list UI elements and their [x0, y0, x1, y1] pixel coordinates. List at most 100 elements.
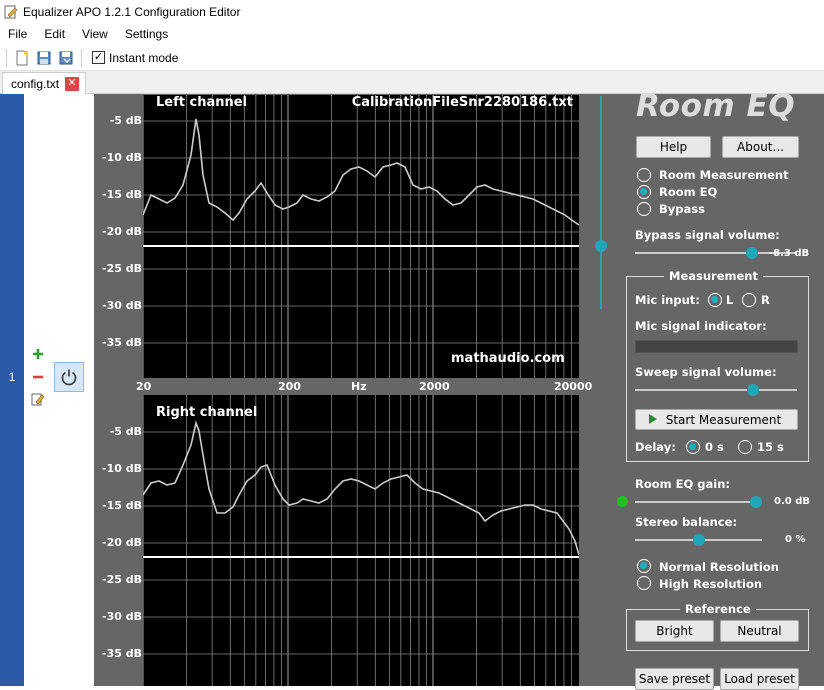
- mode-room-measurement-label: Room Measurement: [659, 168, 789, 182]
- mic-input-label: Mic input:: [635, 293, 700, 307]
- normal-resolution-radio[interactable]: [637, 559, 651, 573]
- mic-signal-indicator: [635, 340, 798, 353]
- delay-0s-radio[interactable]: [686, 440, 700, 454]
- toolbar-separator: [81, 48, 82, 67]
- stereo-balance-value: 0 %: [785, 534, 806, 545]
- delay-label: Delay:: [635, 440, 676, 454]
- y-tick: -15 dB: [102, 188, 142, 201]
- delay-0s-label: 0 s: [705, 440, 724, 454]
- tab-config[interactable]: config.txt ✕: [2, 72, 87, 94]
- mode-bypass-label: Bypass: [659, 202, 705, 216]
- neutral-button[interactable]: Neutral: [720, 620, 799, 642]
- remove-filter-button[interactable]: [30, 369, 46, 385]
- y-tick: -20 dB: [102, 225, 142, 238]
- save-as-button[interactable]: [55, 47, 77, 69]
- stereo-balance-knob[interactable]: [692, 534, 705, 546]
- app-icon: [4, 5, 18, 18]
- bypass-volume-label: Bypass signal volume:: [635, 228, 780, 242]
- x-tick: 200: [278, 380, 301, 393]
- y-tick: -25 dB: [102, 262, 142, 275]
- tab-label: config.txt: [11, 76, 60, 91]
- normal-resolution-label: Normal Resolution: [659, 560, 779, 574]
- room-eq-gain-label: Room EQ gain:: [635, 477, 730, 491]
- filter-controls: [24, 94, 94, 686]
- mic-input-r-radio[interactable]: [742, 293, 756, 307]
- load-preset-button[interactable]: Load preset: [720, 668, 799, 690]
- high-resolution-label: High Resolution: [659, 577, 763, 591]
- line-number: 1: [0, 94, 24, 686]
- save-as-icon: [59, 51, 73, 64]
- room-eq-panel: Left channel CalibrationFileSnr2280186.t…: [94, 88, 824, 690]
- bypass-volume-knob[interactable]: [745, 247, 758, 259]
- save-preset-button[interactable]: Save preset: [635, 668, 714, 690]
- right-channel-plot: [142, 395, 580, 686]
- response-curve: [142, 118, 580, 226]
- y-tick: -10 dB: [102, 462, 142, 475]
- calibration-file-label: CalibrationFileSnr2280186.txt: [351, 95, 573, 110]
- menu-edit[interactable]: Edit: [38, 27, 71, 41]
- toolbar: ✓ Instant mode: [0, 45, 824, 71]
- y-tick: -35 dB: [102, 336, 142, 349]
- watermark: mathaudio.com: [451, 351, 565, 366]
- reference-title: Reference: [680, 602, 756, 616]
- left-channel-plot: [142, 95, 580, 378]
- add-filter-button[interactable]: [30, 346, 46, 362]
- y-tick: -10 dB: [102, 151, 142, 164]
- x-tick: 2000: [419, 380, 450, 393]
- y-tick: -25 dB: [102, 573, 142, 586]
- x-tick: 20000: [554, 380, 593, 393]
- measurement-title: Measurement: [664, 269, 763, 283]
- play-icon: [649, 414, 657, 424]
- sweep-volume-label: Sweep signal volume:: [635, 365, 777, 379]
- y-tick: -35 dB: [102, 647, 142, 660]
- toolbar-separator: [6, 48, 7, 67]
- power-icon: [61, 369, 77, 386]
- response-curve: [142, 420, 580, 556]
- bypass-volume-value: -8.3 dB: [769, 248, 810, 259]
- start-measurement-button[interactable]: Start Measurement: [635, 409, 798, 430]
- delay-15s-radio[interactable]: [738, 440, 752, 454]
- title-bar: Equalizer APO 1.2.1 Configuration Editor: [0, 0, 824, 23]
- menu-settings[interactable]: Settings: [119, 27, 174, 41]
- mode-room-measurement-radio[interactable]: [637, 168, 651, 182]
- room-eq-controls: Room EQ Help About... Room Measurement R…: [617, 88, 824, 690]
- power-toggle-button[interactable]: [54, 362, 84, 392]
- menu-bar: File Edit View Settings: [0, 23, 824, 44]
- x-tick: Hz: [351, 380, 367, 393]
- stereo-balance-slider[interactable]: [635, 534, 762, 546]
- room-eq-logo: Room EQ: [636, 88, 796, 124]
- y-tick: -5 dB: [109, 114, 142, 127]
- left-channel-graph: Left channel CalibrationFileSnr2280186.t…: [142, 95, 580, 378]
- x-tick: 20: [136, 380, 152, 393]
- edit-filter-button[interactable]: [30, 391, 46, 407]
- bright-button[interactable]: Bright: [635, 620, 714, 642]
- graph-scale-slider-track[interactable]: [600, 96, 602, 309]
- gain-status-led: [617, 496, 628, 507]
- y-tick: -20 dB: [102, 536, 142, 549]
- mic-input-l-label: L: [726, 293, 734, 307]
- instant-mode-checkbox[interactable]: ✓: [92, 51, 105, 64]
- mic-signal-label: Mic signal indicator:: [635, 319, 767, 333]
- plus-icon: [33, 349, 43, 359]
- instant-mode-toggle[interactable]: ✓ Instant mode: [92, 51, 178, 65]
- mode-bypass-radio[interactable]: [637, 202, 651, 216]
- new-file-icon: [16, 50, 29, 65]
- open-file-button[interactable]: [33, 47, 55, 69]
- y-tick: -30 dB: [102, 299, 142, 312]
- help-button[interactable]: Help: [636, 136, 711, 158]
- graph-scale-slider-knob[interactable]: [595, 240, 607, 252]
- start-measurement-label: Start Measurement: [665, 412, 782, 427]
- high-resolution-radio[interactable]: [637, 576, 651, 590]
- room-eq-gain-knob[interactable]: [749, 496, 762, 508]
- sweep-volume-slider[interactable]: [635, 384, 797, 396]
- menu-view[interactable]: View: [76, 27, 114, 41]
- about-button[interactable]: About...: [722, 136, 799, 158]
- close-icon[interactable]: ✕: [65, 76, 80, 91]
- line-number-text: 1: [8, 370, 16, 384]
- new-file-button[interactable]: [11, 47, 33, 69]
- right-channel-label: Right channel: [156, 405, 258, 420]
- menu-file[interactable]: File: [2, 27, 33, 41]
- mic-input-l-radio[interactable]: [708, 293, 722, 307]
- mode-room-eq-radio[interactable]: [637, 185, 651, 199]
- room-eq-gain-slider[interactable]: [635, 496, 762, 508]
